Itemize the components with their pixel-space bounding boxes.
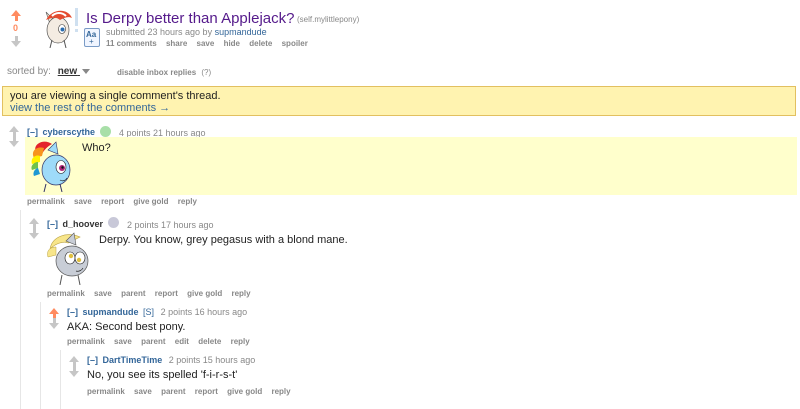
comment-highlight [25, 137, 797, 195]
downvote-arrow-icon[interactable] [29, 233, 39, 239]
comment-actions: permalink save parent report give gold r… [87, 387, 298, 396]
comment-body: Derpy. You know, grey pegasus with a blo… [99, 234, 348, 246]
comment-author[interactable]: d_hoover [63, 219, 104, 229]
single-thread-notice: you are viewing a single comment's threa… [2, 86, 796, 116]
post-score: 0 [13, 23, 19, 33]
collapse-toggle[interactable]: [–] [67, 307, 78, 317]
post-author[interactable]: supmandude [215, 27, 267, 37]
expand-plus-icon: + [89, 37, 94, 46]
comment-author[interactable]: DartTimeTime [103, 355, 163, 365]
comment-body: Who? [82, 142, 111, 154]
disable-inbox-row: disable inbox replies (?) [117, 68, 211, 77]
parent-link[interactable]: parent [161, 387, 185, 396]
disable-inbox-replies-link[interactable]: disable inbox replies [117, 68, 196, 77]
post-title[interactable]: Is Derpy better than Applejack? [86, 10, 294, 27]
hide-link[interactable]: hide [224, 39, 240, 48]
sort-label: sorted by: [7, 66, 51, 77]
comment-actions: permalink save parent report give gold r… [47, 289, 258, 298]
report-link[interactable]: report [101, 197, 124, 206]
post-domain[interactable]: (self.mylittlepony) [297, 15, 359, 24]
comment-actions: permalink save parent edit delete reply [67, 337, 257, 346]
report-link[interactable]: report [195, 387, 218, 396]
downvote-arrow-icon[interactable] [69, 371, 79, 377]
delete-link[interactable]: delete [249, 39, 272, 48]
post-actions: 11 comments share save hide delete spoil… [106, 39, 315, 48]
user-flair-icon [108, 217, 119, 228]
parent-link[interactable]: parent [121, 289, 145, 298]
comment-cyberscythe: [–] cyberscythe 4 points 21 hours ago Wh… [0, 122, 800, 212]
permalink-link[interactable]: permalink [67, 337, 105, 346]
flair-avatar-derpy [47, 232, 89, 285]
give-gold-link[interactable]: give gold [187, 289, 222, 298]
reply-link[interactable]: reply [178, 197, 197, 206]
downvote-arrow-icon[interactable] [49, 323, 59, 329]
expand-text-button[interactable]: Aa + [84, 28, 100, 47]
reply-link[interactable]: reply [231, 337, 250, 346]
edit-link[interactable]: edit [175, 337, 189, 346]
permalink-link[interactable]: permalink [27, 197, 65, 206]
permalink-link[interactable]: permalink [47, 289, 85, 298]
downvote-arrow-icon[interactable] [11, 41, 21, 47]
post-thumbnail[interactable] [38, 6, 78, 48]
collapse-toggle[interactable]: [–] [27, 127, 38, 137]
comment-body: AKA: Second best pony. [67, 321, 186, 333]
comment-author[interactable]: supmandude [83, 307, 139, 317]
comment-d-hoover: [–] d_hoover 2 points 17 hours ago Derpy… [0, 214, 800, 302]
save-link[interactable]: save [74, 197, 92, 206]
help-link[interactable]: (?) [201, 68, 211, 77]
comment-meta: 2 points 17 hours ago [127, 220, 214, 230]
comment-tagline: [–] supmandude [S] 2 points 16 hours ago [67, 307, 247, 317]
sort-dropdown[interactable]: new [58, 66, 80, 77]
submitted-text: submitted 23 hours ago by [106, 27, 213, 37]
downvote-arrow-icon[interactable] [9, 141, 19, 147]
comment-darttimetime: [–] DartTimeTime 2 points 15 hours ago N… [0, 352, 800, 400]
notice-text: you are viewing a single comment's threa… [10, 90, 221, 102]
reply-link[interactable]: reply [271, 387, 290, 396]
comment-actions: permalink save report give gold reply [27, 197, 204, 206]
post-vote-column: 0 [7, 10, 25, 47]
reply-link[interactable]: reply [231, 289, 250, 298]
save-link[interactable]: save [197, 39, 215, 48]
save-link[interactable]: save [134, 387, 152, 396]
upvote-arrow-stem [14, 16, 18, 21]
parent-link[interactable]: parent [141, 337, 165, 346]
chevron-down-icon[interactable] [81, 68, 90, 74]
save-link[interactable]: save [94, 289, 112, 298]
comments-link[interactable]: 11 comments [106, 39, 157, 48]
sort-value: new [57, 66, 78, 77]
report-link[interactable]: report [155, 289, 178, 298]
post-tagline: submitted 23 hours ago by supmandude [106, 27, 267, 37]
thumbnail-exclamation-icon [74, 8, 78, 34]
comment-meta: 2 points 15 hours ago [168, 355, 256, 365]
submitter-tag[interactable]: [S] [143, 307, 154, 317]
comment-body: No, you see its spelled 'f-i-r-s-t' [87, 369, 238, 381]
give-gold-link[interactable]: give gold [133, 197, 168, 206]
collapse-toggle[interactable]: [–] [47, 219, 58, 229]
permalink-link[interactable]: permalink [87, 387, 125, 396]
collapse-toggle[interactable]: [–] [87, 355, 98, 365]
comment-supmandude: [–] supmandude [S] 2 points 16 hours ago… [0, 304, 800, 350]
delete-link[interactable]: delete [198, 337, 221, 346]
save-link[interactable]: save [114, 337, 132, 346]
comment-tagline: [–] cyberscythe [27, 127, 95, 137]
spoiler-link[interactable]: spoiler [282, 39, 308, 48]
give-gold-link[interactable]: give gold [227, 387, 262, 396]
comment-tagline: [–] DartTimeTime 2 points 15 hours ago [87, 355, 255, 365]
view-rest-link[interactable]: view the rest of the comments → [10, 102, 170, 114]
comment-author[interactable]: cyberscythe [43, 127, 96, 137]
user-flair-icon [100, 126, 111, 137]
comment-tagline: [–] d_hoover [47, 219, 103, 229]
flair-avatar-rainbow-dash [31, 141, 71, 192]
share-link[interactable]: share [166, 39, 187, 48]
comment-meta: 2 points 16 hours ago [160, 307, 248, 317]
sort-row: sorted by: new [7, 66, 90, 77]
